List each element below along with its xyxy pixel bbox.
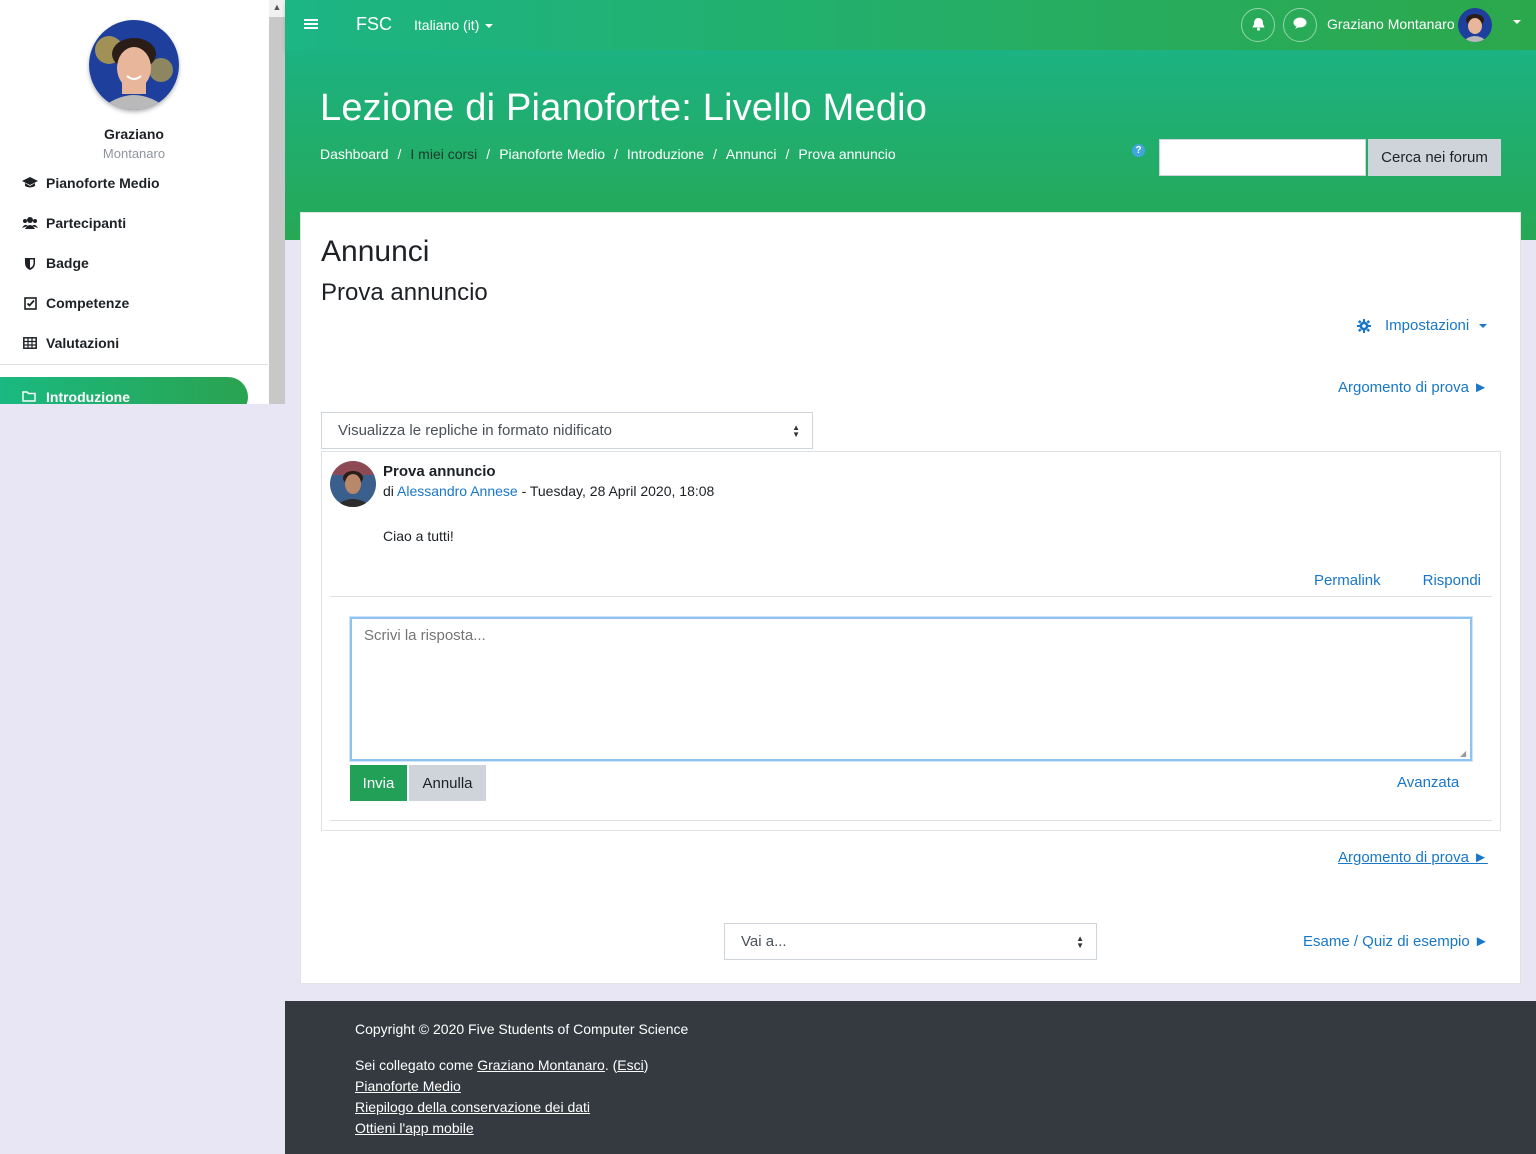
users-icon — [22, 217, 38, 229]
main-content: Annunci Prova annuncio Impostazioni Argo… — [300, 212, 1521, 984]
jump-to-value: Vai a... — [741, 933, 787, 950]
nav-item-introduction[interactable]: Introduzione — [0, 377, 248, 404]
logged-user-link[interactable]: Graziano Montanaro — [477, 1057, 605, 1073]
nav-item-grades[interactable]: Valutazioni — [0, 323, 268, 363]
gear-icon — [1357, 318, 1371, 333]
site-brand[interactable]: FSC — [356, 14, 392, 35]
folder-icon — [22, 389, 38, 404]
forum-search-input[interactable] — [1159, 139, 1366, 176]
notifications-button[interactable] — [1241, 8, 1275, 42]
sidebar-drawer: Graziano Montanaro Pianoforte Medio Part… — [0, 0, 285, 404]
sidebar-scrollbar[interactable]: ▲ — [269, 0, 285, 404]
reply-textarea[interactable] — [350, 617, 1472, 761]
next-discussion-link-bottom[interactable]: Argomento di prova ► — [1338, 849, 1488, 866]
language-label: Italiano (it) — [414, 17, 480, 33]
divider — [330, 820, 1492, 821]
messages-button[interactable] — [1283, 8, 1317, 42]
settings-menu[interactable]: Impostazioni — [1357, 317, 1488, 334]
logout-open: . ( — [604, 1057, 618, 1073]
breadcrumb-item[interactable]: Introduzione — [627, 146, 704, 162]
settings-label: Impostazioni — [1385, 317, 1470, 334]
language-menu[interactable]: Italiano (it) — [414, 17, 494, 33]
breadcrumb-item[interactable]: I miei corsi — [410, 146, 477, 162]
page-footer: Copyright © 2020 Five Students of Comput… — [285, 1001, 1536, 1154]
chevron-down-icon — [485, 24, 494, 29]
next-activity-link[interactable]: Esame / Quiz di esempio ► — [1303, 933, 1489, 950]
user-menu-chevron-icon[interactable] — [1513, 20, 1521, 24]
logout-close: ) — [643, 1057, 649, 1073]
divider — [330, 596, 1492, 597]
submit-reply-button[interactable]: Invia — [350, 765, 407, 801]
nav-item-competencies[interactable]: Competenze — [0, 283, 268, 323]
breadcrumb-current: Prova annuncio — [798, 146, 896, 162]
data-retention-link[interactable]: Riepilogo della conservazione dei dati — [355, 1099, 590, 1115]
scrollbar-thumb[interactable] — [269, 17, 285, 404]
next-discussion-link[interactable]: Argomento di prova ► — [1338, 379, 1488, 396]
post-date: - Tuesday, 28 April 2020, 18:08 — [521, 483, 715, 499]
login-prefix: Sei collegato come — [355, 1057, 474, 1073]
byline-prefix: di — [383, 483, 394, 499]
forum-title: Annunci — [321, 235, 430, 268]
copyright-text: Copyright © 2020 Five Students of Comput… — [355, 1021, 689, 1037]
forum-post: Prova annuncio di Alessandro Annese - Tu… — [321, 451, 1501, 831]
post-author-link[interactable]: Alessandro Annese — [397, 483, 518, 499]
cancel-reply-button[interactable]: Annulla — [409, 765, 486, 801]
mobile-app-link[interactable]: Ottieni l'app mobile — [355, 1120, 474, 1136]
breadcrumb-item[interactable]: Pianoforte Medio — [499, 146, 605, 162]
reply-link[interactable]: Rispondi — [1423, 572, 1481, 589]
post-actions: Permalink Rispondi — [1314, 572, 1481, 589]
user-avatar[interactable] — [89, 20, 179, 110]
nav-item-label: Valutazioni — [46, 335, 120, 351]
breadcrumb-item[interactable]: Annunci — [726, 146, 777, 162]
display-mode-value: Visualizza le repliche in formato nidifi… — [338, 422, 613, 439]
hamburger-icon[interactable] — [304, 17, 318, 34]
jump-to-select[interactable]: Vai a... ▲ ▼ — [724, 923, 1097, 960]
advanced-reply-link[interactable]: Avanzata — [1397, 774, 1459, 791]
display-mode-select[interactable]: Visualizza le repliche in formato nidifi… — [321, 412, 813, 449]
permalink-link[interactable]: Permalink — [1314, 572, 1381, 589]
nav-item-label: Introduzione — [46, 389, 130, 404]
login-info: Sei collegato come Graziano Montanaro. (… — [355, 1057, 648, 1073]
nav-item-label: Badge — [46, 255, 89, 271]
nav-divider — [0, 364, 268, 365]
graduation-cap-icon — [22, 177, 38, 189]
course-nav: Pianoforte Medio Partecipanti Badge Comp… — [0, 163, 268, 363]
resize-grip-icon[interactable]: ◢ — [1460, 749, 1466, 758]
author-avatar[interactable] — [330, 461, 376, 507]
nav-item-course[interactable]: Pianoforte Medio — [0, 163, 268, 203]
logout-link[interactable]: Esci — [617, 1057, 643, 1073]
post-subject: Prova annuncio — [383, 463, 496, 480]
nav-item-label: Partecipanti — [46, 215, 127, 231]
comment-icon — [1293, 17, 1307, 33]
shield-icon — [22, 257, 38, 270]
breadcrumb-item[interactable]: Dashboard — [320, 146, 389, 162]
discussion-title: Prova annuncio — [321, 279, 488, 306]
user-menu-name[interactable]: Graziano Montanaro — [1327, 16, 1455, 32]
user-first-name: Graziano — [104, 126, 164, 142]
select-arrows-icon: ▲ ▼ — [792, 423, 800, 439]
nav-item-label: Pianoforte Medio — [46, 175, 160, 191]
chevron-down-icon — [1479, 323, 1488, 328]
help-icon[interactable]: ? — [1132, 144, 1145, 157]
user-last-name: Montanaro — [102, 146, 166, 161]
bell-icon — [1252, 17, 1265, 34]
post-byline: di Alessandro Annese - Tuesday, 28 April… — [383, 483, 714, 499]
select-arrows-icon: ▲ ▼ — [1076, 934, 1084, 950]
breadcrumb: Dashboard / I miei corsi / Pianoforte Medi… — [320, 146, 896, 162]
scroll-up-icon[interactable]: ▲ — [269, 2, 285, 12]
forum-search-button[interactable]: Cerca nei forum — [1368, 139, 1501, 176]
top-navbar: FSC Italiano (it) Graziano Montanaro — [285, 0, 1536, 50]
footer-course-link[interactable]: Pianoforte Medio — [355, 1078, 461, 1094]
user-menu-avatar[interactable] — [1458, 8, 1492, 42]
nav-item-badges[interactable]: Badge — [0, 243, 268, 283]
nav-item-participants[interactable]: Partecipanti — [0, 203, 268, 243]
table-icon — [22, 337, 38, 349]
check-square-icon — [22, 296, 38, 310]
nav-item-label: Competenze — [46, 295, 130, 311]
post-message: Ciao a tutti! — [383, 528, 454, 544]
course-title: Lezione di Pianoforte: Livello Medio — [320, 87, 928, 129]
